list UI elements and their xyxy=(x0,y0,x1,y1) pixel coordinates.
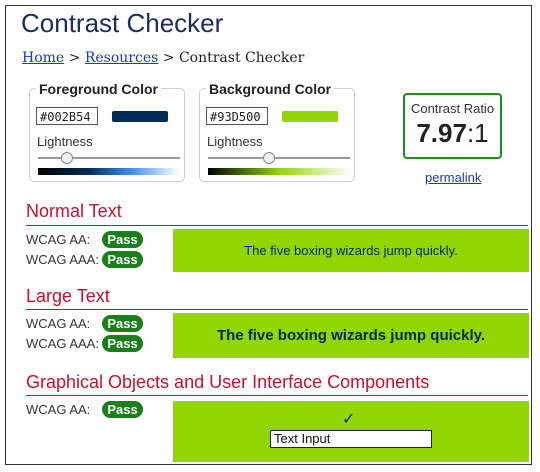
large-text-heading: Large Text xyxy=(26,286,110,306)
contrast-ratio-value: 7.97:1 xyxy=(405,118,500,149)
permalink-link[interactable]: permalink xyxy=(425,170,481,185)
contrast-ratio-number: 7.97 xyxy=(416,118,467,148)
large-aa-label: WCAG AA: xyxy=(26,316,91,331)
background-legend: Background Color xyxy=(206,81,335,97)
large-text-sample: The five boxing wizards jump quickly. xyxy=(173,313,529,358)
background-hex-input[interactable]: #93D500 xyxy=(206,107,268,125)
foreground-lightness-thumb[interactable] xyxy=(61,152,74,164)
foreground-color-panel: Foreground Color #002B54 Lightness xyxy=(29,81,185,182)
foreground-legend: Foreground Color xyxy=(36,81,161,97)
foreground-lightness-label: Lightness xyxy=(37,134,93,149)
breadcrumb-home-link[interactable]: Home xyxy=(22,50,64,66)
normal-aaa-label: WCAG AAA: xyxy=(26,252,99,267)
contrast-ratio-suffix: :1 xyxy=(466,118,489,148)
background-color-panel: Background Color #93D500 Lightness xyxy=(199,81,355,182)
checkmark-icon: ✓ xyxy=(342,411,356,428)
contrast-ratio-label: Contrast Ratio xyxy=(410,101,495,116)
normal-text-sample: The five boxing wizards jump quickly. xyxy=(173,229,529,272)
background-lightness-thumb[interactable] xyxy=(262,152,275,164)
background-lightness-label: Lightness xyxy=(207,134,263,149)
foreground-lightness-gradient xyxy=(38,168,180,175)
breadcrumb: Home > Resources > Contrast Checker xyxy=(22,50,304,66)
background-lightness-gradient xyxy=(208,168,350,175)
foreground-hex-input[interactable]: #002B54 xyxy=(36,107,98,125)
normal-aa-label: WCAG AA: xyxy=(26,232,91,247)
normal-aaa-pass-badge: Pass xyxy=(102,251,143,268)
normal-text-divider xyxy=(26,225,528,226)
breadcrumb-resources-link[interactable]: Resources xyxy=(85,50,158,66)
foreground-color-swatch[interactable] xyxy=(112,111,168,122)
large-text-divider xyxy=(26,309,528,310)
contrast-ratio-box: Contrast Ratio 7.97:1 xyxy=(403,93,502,159)
background-lightness-track[interactable] xyxy=(208,157,350,159)
normal-aa-pass-badge: Pass xyxy=(102,231,143,248)
background-color-swatch[interactable] xyxy=(282,111,338,122)
large-aa-pass-badge: Pass xyxy=(102,315,143,332)
foreground-lightness-track[interactable] xyxy=(38,157,180,159)
large-aaa-pass-badge: Pass xyxy=(102,335,143,352)
breadcrumb-current: Contrast Checker xyxy=(178,50,305,66)
graphical-aa-pass-badge: Pass xyxy=(102,401,143,418)
normal-text-heading: Normal Text xyxy=(26,201,122,221)
sample-text-input[interactable]: Text Input xyxy=(270,430,432,448)
large-aaa-label: WCAG AAA: xyxy=(26,336,99,351)
large-text-sample-text: The five boxing wizards jump quickly. xyxy=(216,327,486,344)
graphical-objects-divider xyxy=(26,395,528,396)
breadcrumb-separator: > xyxy=(162,50,175,66)
graphical-aa-label: WCAG AA: xyxy=(26,402,91,417)
page-title: Contrast Checker xyxy=(21,8,224,38)
breadcrumb-separator: > xyxy=(68,50,81,66)
graphical-objects-heading: Graphical Objects and User Interface Com… xyxy=(26,372,430,392)
normal-text-sample-text: The five boxing wizards jump quickly. xyxy=(244,243,458,258)
